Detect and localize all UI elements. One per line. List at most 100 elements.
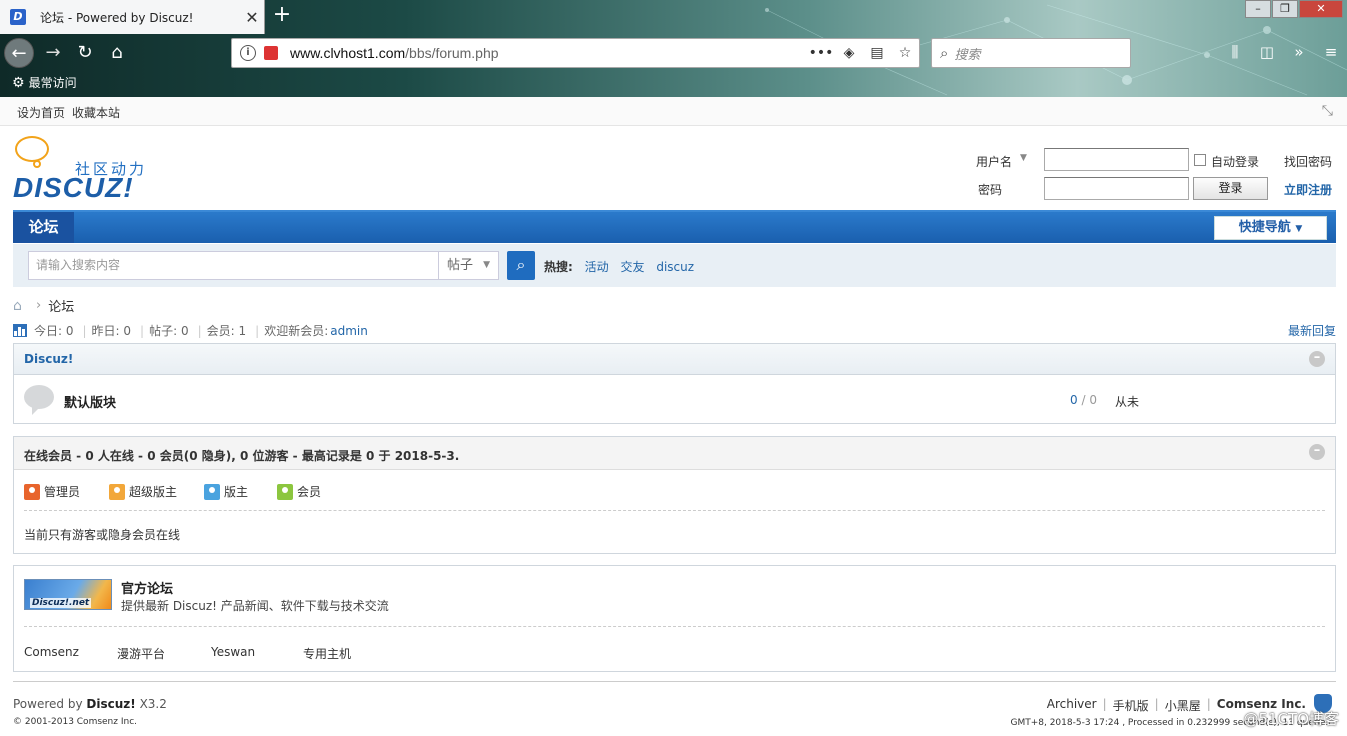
window-controls: – ❐ ✕ [1244, 0, 1343, 18]
powered-by: Powered by Discuz! X3.2 [13, 697, 167, 711]
welcome-label: 欢迎新会员: [264, 324, 329, 338]
copyright: © 2001-2013 Comsenz Inc. [13, 717, 138, 727]
tab-active[interactable]: D 论坛 - Powered by Discuz! ✕ [0, 0, 265, 34]
legend-super-mod: 超级版主 [109, 483, 177, 500]
search-button[interactable]: ⌕ [507, 251, 535, 280]
collapse-toggle-icon[interactable]: – [1309, 444, 1325, 460]
password-input[interactable] [1044, 177, 1189, 200]
bookmark-most-visited[interactable]: 最常访问 [29, 74, 77, 91]
member-icon [277, 483, 293, 500]
home-button[interactable]: ⌂ [102, 38, 132, 68]
site-footer: Powered by Discuz! X3.2 © 2001-2013 Coms… [13, 681, 1336, 736]
main-nav: 论坛 快捷导航 ▼ [13, 210, 1336, 243]
home-icon[interactable]: ⌂ [13, 299, 29, 313]
link-item[interactable]: Yeswan [211, 645, 255, 659]
category-box: Discuz! – 默认版块 0 / 0 从未 [13, 343, 1336, 424]
bookmark-site-link[interactable]: 收藏本站 [72, 104, 120, 121]
forum-last-post: 从未 [1115, 395, 1140, 409]
page-actions-icon[interactable]: ••• [807, 45, 835, 61]
forum-name-link[interactable]: 默认版块 [64, 392, 116, 411]
link-item[interactable]: 漫游平台 [117, 645, 165, 662]
auto-login-checkbox[interactable] [1194, 154, 1206, 166]
text-links: Comsenz 漫游平台 Yeswan 专用主机 [14, 627, 1335, 671]
chevron-down-icon: ▼ [483, 260, 490, 270]
collapse-icon[interactable]: ⤡ [1322, 103, 1333, 119]
forum-bubble-icon [24, 385, 54, 415]
online-note: 当前只有游客或隐身会员在线 [24, 528, 181, 542]
stat-today: 今日: 0 [34, 324, 74, 338]
online-header: 在线会员 - 0 人在线 - 0 会员(0 隐身), 0 位游客 - 最高记录是… [14, 437, 1335, 470]
official-forum-desc: 提供最新 Discuz! 产品新闻、软件下载与技术交流 [121, 599, 389, 613]
bookmark-star-icon[interactable]: ☆ [891, 45, 919, 61]
password-label: 密码 [978, 183, 1003, 197]
hot-search-item[interactable]: discuz [656, 260, 694, 274]
username-dropdown-icon[interactable]: ▼ [1020, 153, 1027, 163]
stats-chart-icon [13, 324, 27, 337]
username-input[interactable] [1044, 148, 1189, 171]
breadcrumb-current[interactable]: 论坛 [48, 296, 74, 315]
reload-button[interactable]: ↻ [70, 38, 100, 68]
admin-icon [24, 483, 40, 500]
insecure-lock-icon[interactable] [264, 46, 278, 60]
new-tab-button[interactable]: + [270, 4, 294, 28]
quick-nav-button[interactable]: 快捷导航 ▼ [1214, 216, 1327, 240]
hot-search-item[interactable]: 活动 [585, 260, 609, 274]
forum-row: 默认版块 0 / 0 从未 [14, 375, 1335, 423]
link-item[interactable]: Comsenz [24, 645, 79, 659]
official-forum-link[interactable]: 官方论坛 [121, 578, 173, 597]
logo-wordmark: DISCUZ! [13, 172, 134, 203]
featured-link: Discuz!.net 官方论坛 提供最新 Discuz! 产品新闻、软件下载与… [14, 566, 1335, 626]
forum-counts: 0 / 0 [1070, 393, 1097, 407]
browser-chrome: D 论坛 - Powered by Discuz! ✕ + – ❐ ✕ ← → … [0, 0, 1347, 97]
browser-search-placeholder: 搜索 [954, 47, 981, 63]
info-icon[interactable]: i [240, 45, 256, 61]
find-password-link[interactable]: 找回密码 [1284, 153, 1332, 170]
sidebar-icon[interactable]: ◫ [1251, 40, 1283, 64]
forward-button[interactable]: → [38, 38, 68, 68]
url-bar[interactable]: i www.clvhost1.com/bbs/forum.php ••• ◈ ▤… [231, 38, 920, 68]
reader-view-icon[interactable]: ▤ [863, 45, 891, 61]
search-input[interactable]: 请输入搜索内容 [28, 251, 439, 280]
library-icon[interactable]: ⫼ [1219, 40, 1251, 64]
set-home-link[interactable]: 设为首页 [17, 104, 65, 121]
search-bar: 请输入搜索内容 帖子 ▼ ⌕ 热搜: 活动 交友 discuz [13, 244, 1336, 287]
latest-reply-link[interactable]: 最新回复 [1288, 322, 1336, 339]
maximize-button[interactable]: ❐ [1272, 0, 1298, 18]
super-moderator-icon [109, 483, 125, 500]
footer-link-mobile[interactable]: 手机版 [1113, 697, 1149, 714]
close-tab-icon[interactable]: ✕ [240, 8, 264, 27]
legend-admin: 管理员 [24, 483, 80, 500]
auto-login-label[interactable]: 自动登录 [1211, 153, 1259, 170]
nav-item-forum[interactable]: 论坛 [13, 212, 74, 243]
category-header: Discuz! – [14, 344, 1335, 375]
legend-member: 会员 [277, 483, 321, 500]
overflow-menu-icon[interactable]: » [1283, 40, 1315, 64]
collapse-toggle-icon[interactable]: – [1309, 351, 1325, 367]
footer-link-archiver[interactable]: Archiver [1047, 697, 1097, 714]
footer-link-blacklist[interactable]: 小黑屋 [1165, 697, 1201, 714]
new-member-link[interactable]: admin [330, 324, 368, 338]
stat-posts: 帖子: 0 [149, 324, 189, 338]
browser-toolbar-icons: ⫼ ◫ » ≡ [1219, 40, 1347, 64]
discuz-net-badge[interactable]: Discuz!.net [24, 579, 112, 610]
search-type-select[interactable]: 帖子 ▼ [438, 251, 499, 280]
login-button[interactable]: 登录 [1193, 177, 1268, 200]
browser-navbar: ← → ↻ ⌂ i www.clvhost1.com/bbs/forum.php… [0, 34, 1347, 72]
link-item[interactable]: 专用主机 [303, 645, 351, 662]
online-title[interactable]: 在线会员 - 0 人在线 - 0 会员(0 隐身), 0 位游客 - 最高记录是… [24, 447, 459, 464]
category-title[interactable]: Discuz! [24, 352, 73, 366]
register-link[interactable]: 立即注册 [1284, 181, 1332, 198]
moderator-icon [204, 483, 220, 500]
hot-search-item[interactable]: 交友 [620, 260, 644, 274]
online-members-box: 在线会员 - 0 人在线 - 0 会员(0 隐身), 0 位游客 - 最高记录是… [13, 436, 1336, 554]
browser-search-box[interactable]: ⌕ 搜索 [931, 38, 1131, 68]
minimize-button[interactable]: – [1245, 0, 1271, 18]
window-close-button[interactable]: ✕ [1299, 0, 1343, 18]
url-text[interactable]: www.clvhost1.com/bbs/forum.php [290, 45, 807, 61]
hot-searches: 热搜: 活动 交友 discuz [544, 258, 694, 275]
back-button[interactable]: ← [4, 38, 34, 68]
pocket-icon[interactable]: ◈ [835, 45, 863, 61]
logo-bubble-small-icon [33, 160, 41, 168]
hamburger-menu-icon[interactable]: ≡ [1315, 40, 1347, 64]
site-logo[interactable]: 社区动力 DISCUZ! [13, 136, 153, 204]
